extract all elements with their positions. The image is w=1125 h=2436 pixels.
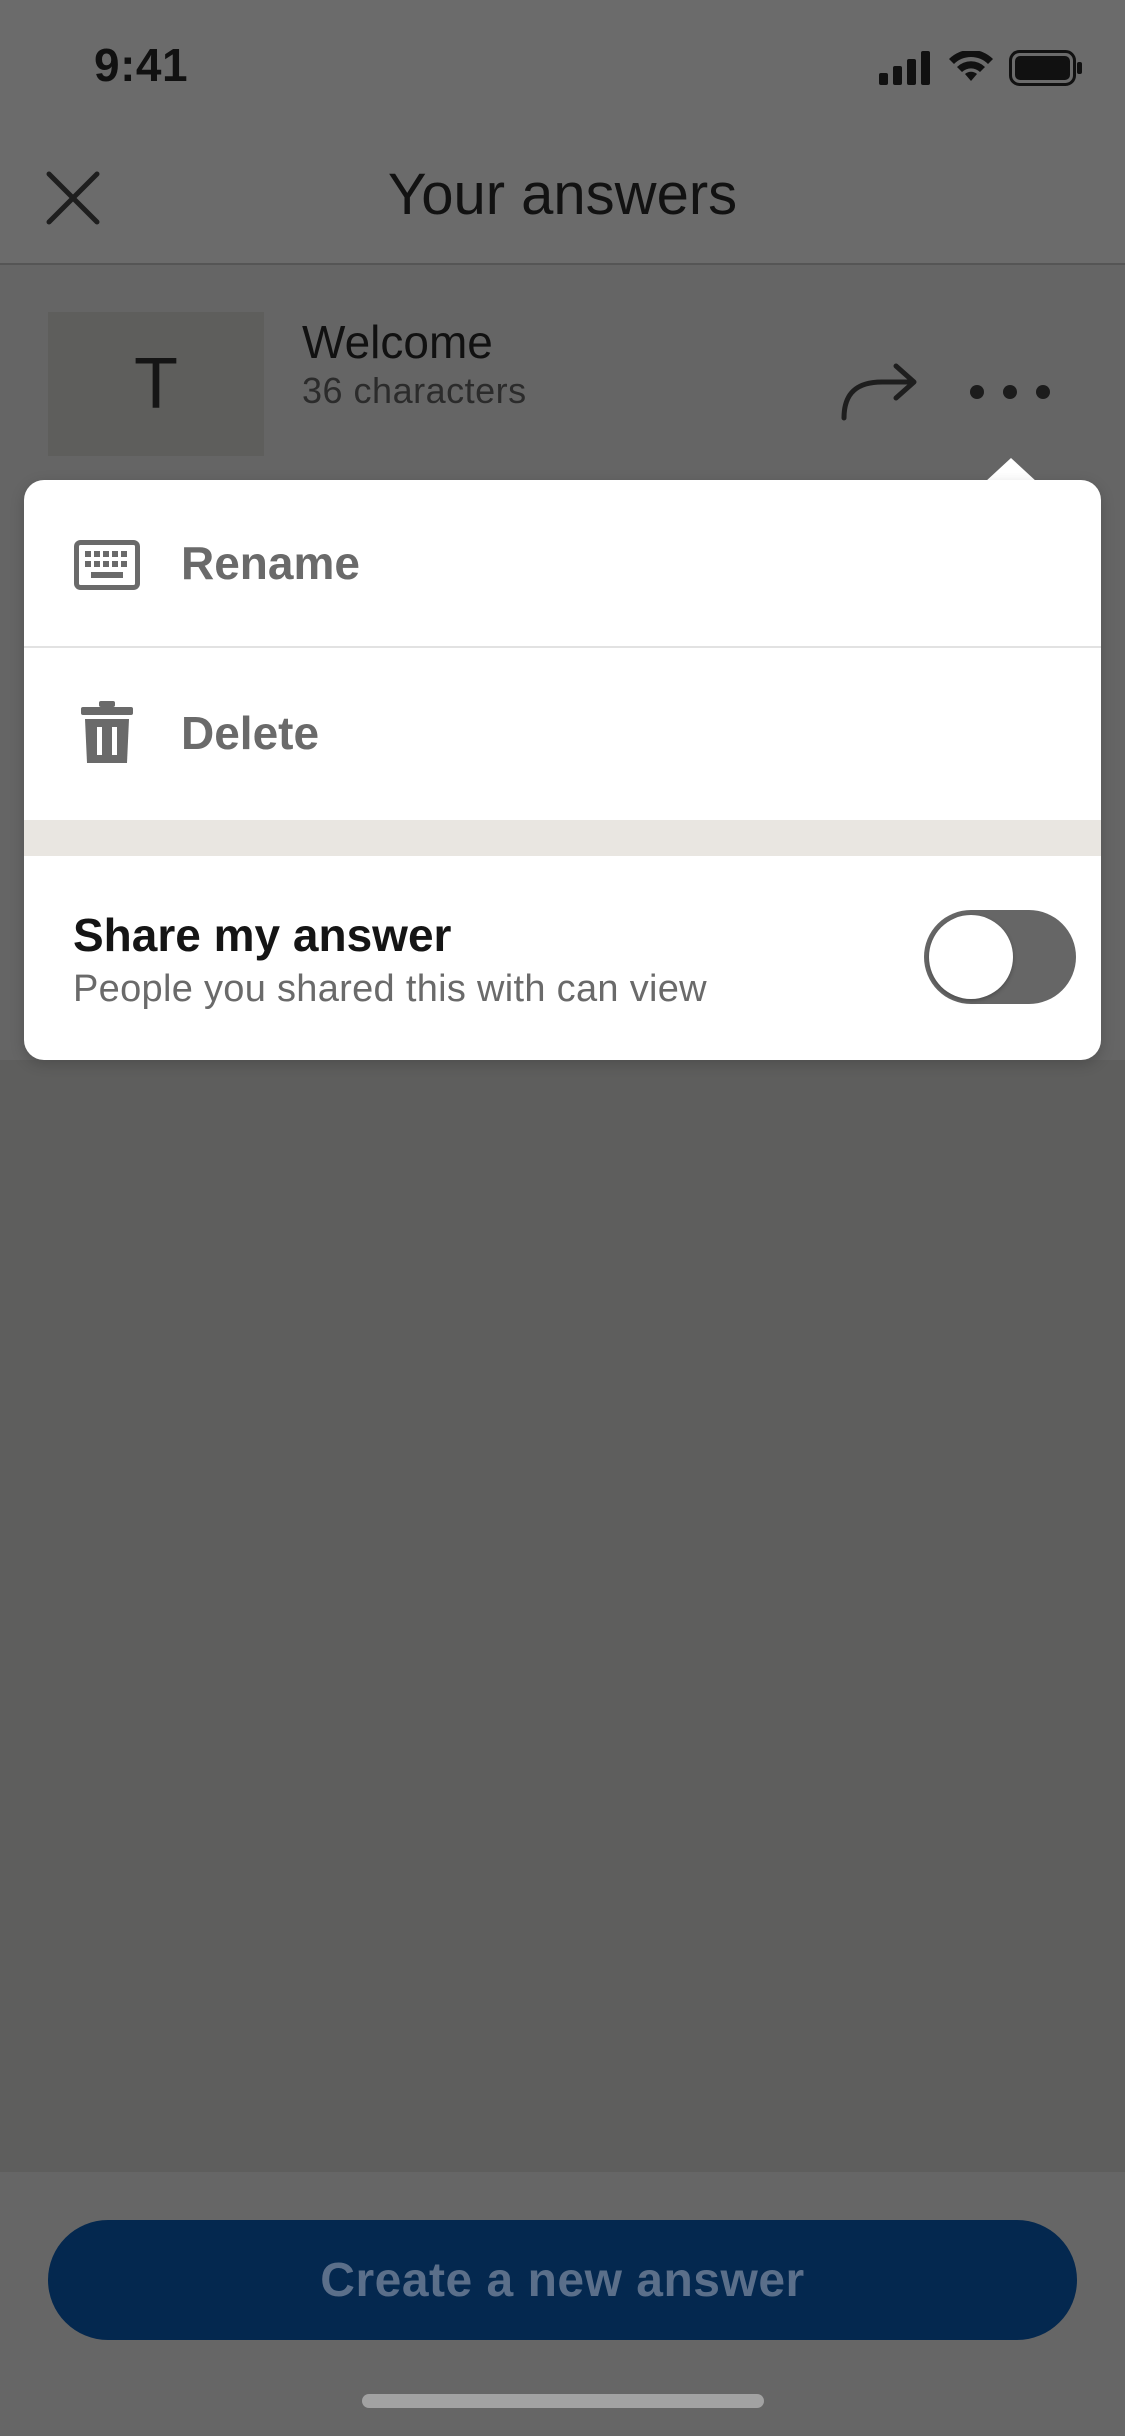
status-icons [879,48,1083,88]
menu-item-rename[interactable]: Rename [24,480,1101,648]
signal-icon [879,51,930,85]
keyboard-icon [74,534,140,596]
share-setting-title: Share my answer [73,909,452,961]
share-arrow-icon [841,363,917,421]
more-dot [1003,385,1017,399]
popover-arrow [985,458,1037,482]
share-button[interactable] [838,362,922,422]
answer-character-count: 36 characters [302,370,527,411]
create-answer-button[interactable]: Create a new answer [48,2220,1077,2340]
options-popover: Rename Delete Share my answer People you… [24,480,1101,1060]
menu-label-delete: Delete [181,707,320,759]
more-options-button[interactable] [970,367,1050,417]
answer-thumbnail: T [48,312,264,456]
home-indicator [362,2394,764,2408]
share-toggle[interactable] [924,910,1076,1004]
more-dots-icon [970,385,984,399]
wifi-icon [949,51,993,81]
share-setting-description: People you shared this with can view [73,968,707,1010]
share-setting: Share my answer People you shared this w… [24,856,1101,1060]
dimmed-overlay[interactable] [0,1060,1125,2172]
toggle-knob [929,915,1013,999]
create-answer-label: Create a new answer [320,2253,805,2307]
header: Your answers [0,135,1125,265]
menu-label-rename: Rename [181,537,360,589]
more-dot [1036,385,1050,399]
menu-item-delete[interactable]: Delete [24,650,1101,818]
status-time: 9:41 [94,39,189,91]
answer-list-item[interactable]: T Welcome 36 characters [0,267,1125,500]
menu-divider [24,820,1101,856]
answer-title: Welcome [302,316,493,368]
battery-icon [1009,50,1082,86]
trash-icon [74,701,140,764]
thumbnail-letter: T [134,344,178,424]
status-bar: 9:41 [0,0,1125,135]
bottom-bar: Create a new answer [0,2172,1125,2436]
page-title: Your answers [387,162,738,227]
